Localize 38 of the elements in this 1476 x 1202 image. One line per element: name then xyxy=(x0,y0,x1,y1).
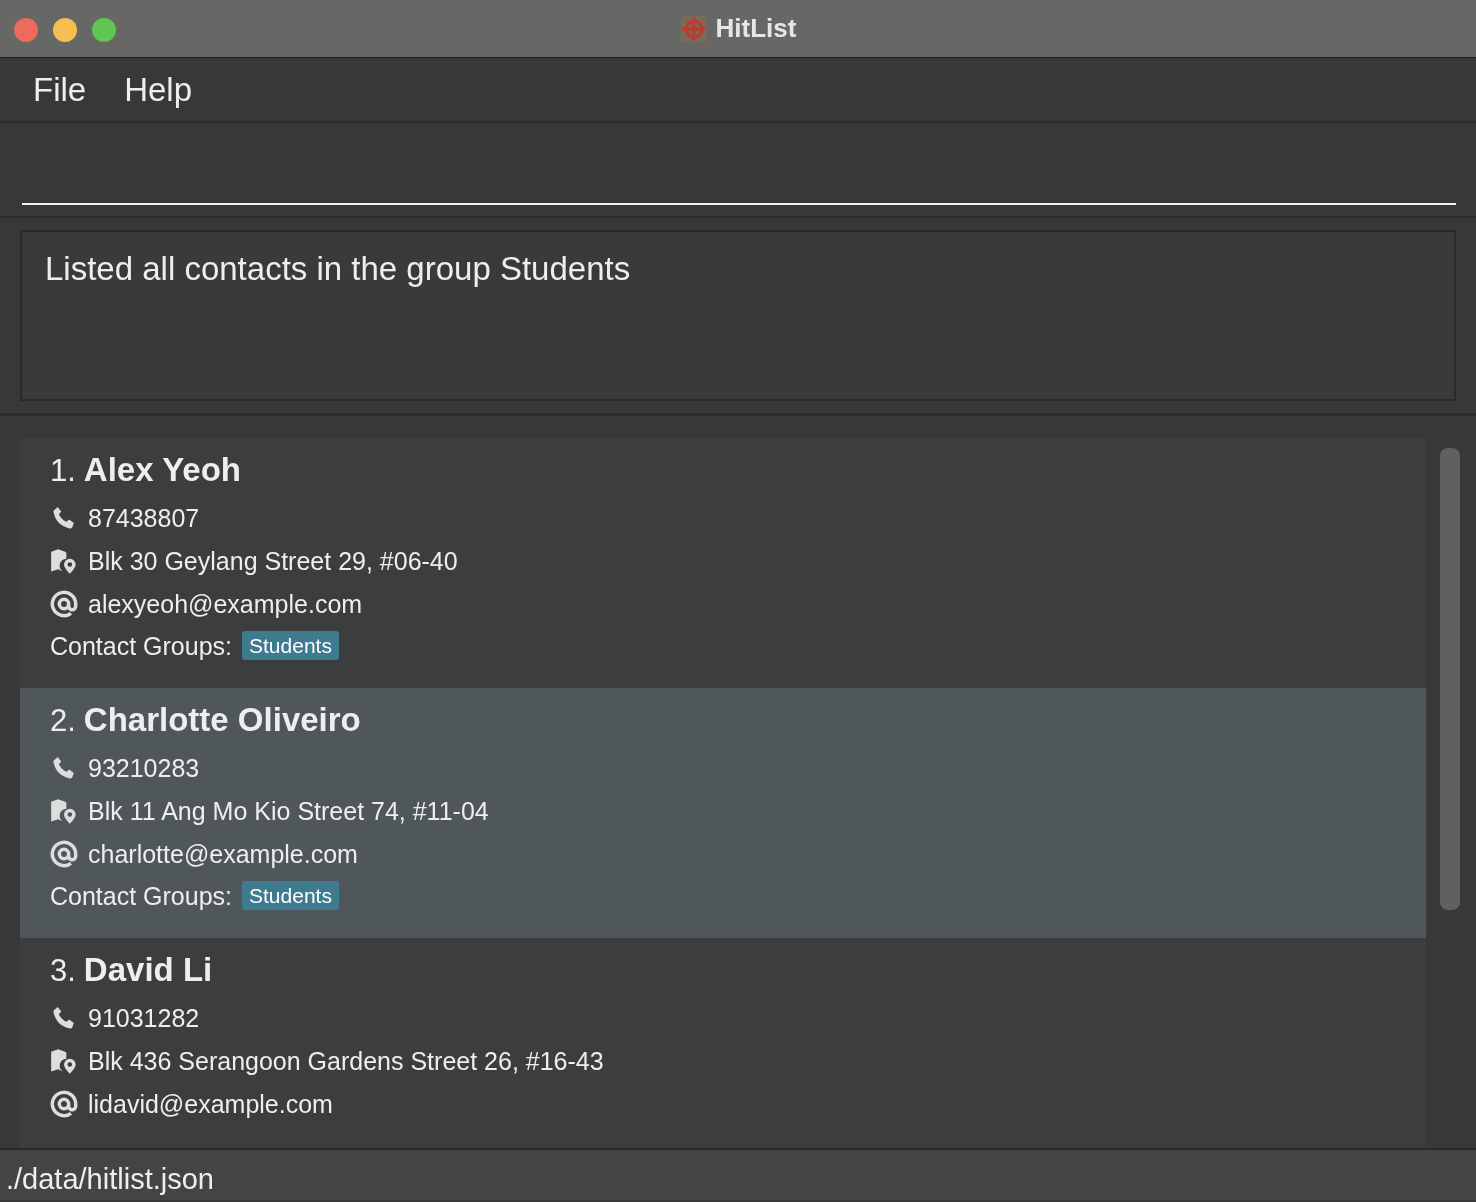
menu-item[interactable]: Help xyxy=(124,64,193,115)
contact-card[interactable]: 1. Alex Yeoh 87438807 Blk 30 Geylang Street 29, #06-40 alexyeoh@example.com Contact Groups: Students xyxy=(20,438,1426,688)
contact-index: 1. xyxy=(50,452,76,490)
email-address: charlotte@example.com xyxy=(88,838,358,869)
groups-label: Contact Groups: xyxy=(50,630,233,661)
phone-number: 87438807 xyxy=(88,502,200,533)
address: Blk 436 Serangoon Gardens Street 26, #16-43 xyxy=(88,1045,604,1076)
contact-name: David Li xyxy=(83,950,213,990)
address: Blk 11 Ang Mo Kio Street 74, #11-04 xyxy=(88,795,489,826)
group-tag: Students xyxy=(242,881,339,911)
target-icon xyxy=(679,14,708,43)
contact-index: 2. xyxy=(50,702,76,740)
at-sign-icon xyxy=(50,589,78,618)
contact-card[interactable]: 3. David Li 91031282 Blk 436 Serangoon Gardens Street 26, #16-43 lidavid@example.com xyxy=(20,938,1426,1148)
contact-name: Charlotte Oliveiro xyxy=(83,700,361,740)
scrollbar-thumb[interactable] xyxy=(1440,448,1460,910)
email-address: lidavid@example.com xyxy=(88,1088,333,1119)
map-pin-icon xyxy=(50,796,78,825)
phone-number: 93210283 xyxy=(88,752,200,783)
contact-index: 3. xyxy=(50,952,76,990)
window-control[interactable] xyxy=(14,18,38,42)
email-address: alexyeoh@example.com xyxy=(88,588,363,619)
file-path: ./data/hitlist.json xyxy=(0,1148,1476,1200)
phone-number: 91031282 xyxy=(88,1002,200,1033)
contact-card[interactable]: 2. Charlotte Oliveiro 93210283 Blk 11 Ang Mo Kio Street 74, #11-04 charlotte@example.com Contact Groups: Students xyxy=(20,688,1426,938)
window-title: HitList xyxy=(715,12,797,45)
window-control[interactable] xyxy=(53,18,77,42)
groups-label: Contact Groups: xyxy=(50,880,233,911)
group-tag: Students xyxy=(242,631,339,661)
map-pin-icon xyxy=(50,1046,78,1075)
contact-name: Alex Yeoh xyxy=(83,450,241,490)
at-sign-icon xyxy=(50,1089,78,1118)
map-pin-icon xyxy=(50,546,78,575)
menu-item[interactable]: File xyxy=(33,64,87,115)
result-message: Listed all contacts in the group Students xyxy=(45,249,632,289)
address: Blk 30 Geylang Street 29, #06-40 xyxy=(88,545,458,576)
at-sign-icon xyxy=(50,839,78,868)
window-control[interactable] xyxy=(92,18,116,42)
